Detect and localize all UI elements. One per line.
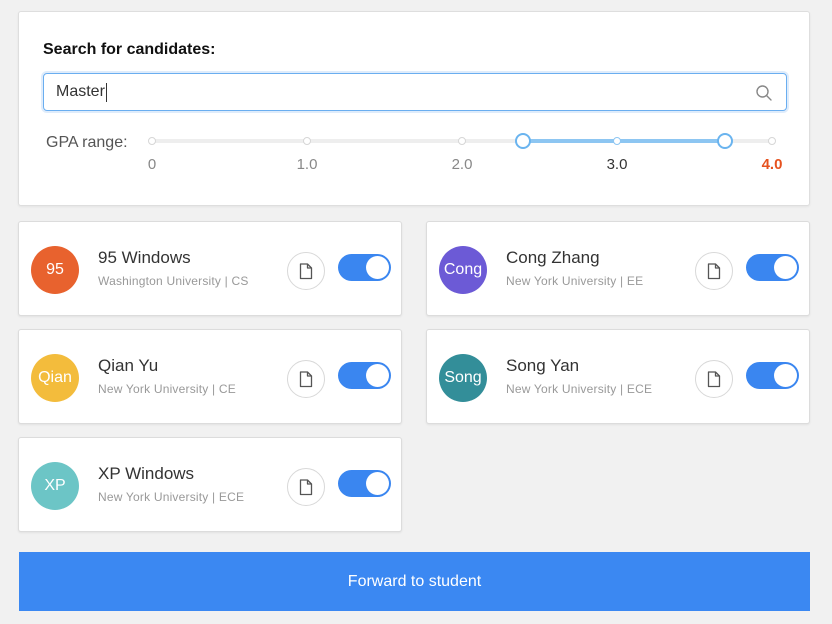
- avatar: XP: [31, 462, 79, 510]
- resume-button[interactable]: [695, 252, 733, 290]
- candidate-meta: New York University | ECE: [98, 490, 245, 504]
- candidate-name: Song Yan: [506, 356, 580, 375]
- slider-dot-4[interactable]: [768, 137, 776, 145]
- candidate-meta: New York University | ECE: [506, 382, 653, 396]
- select-toggle[interactable]: [338, 362, 391, 389]
- toggle-knob: [366, 364, 389, 387]
- candidate-meta: New York University | EE: [506, 274, 644, 288]
- select-toggle[interactable]: [338, 470, 391, 497]
- slider-dot-1[interactable]: [303, 137, 311, 145]
- toggle-knob: [366, 256, 389, 279]
- select-toggle[interactable]: [746, 254, 799, 281]
- document-icon: [299, 478, 313, 495]
- select-toggle[interactable]: [338, 254, 391, 281]
- candidate-name: 95 Windows: [98, 248, 191, 267]
- tick-label-3: 3.0: [606, 156, 628, 173]
- document-icon: [299, 370, 313, 387]
- document-icon: [299, 262, 313, 279]
- tick-label-2: 2.0: [451, 156, 473, 173]
- forward-to-student-button[interactable]: Forward to student: [19, 552, 810, 611]
- candidate-card: XP XP Windows New York University | ECE: [18, 437, 402, 532]
- toggle-knob: [774, 364, 797, 387]
- candidate-name: XP Windows: [98, 464, 195, 483]
- slider-selected-range: [523, 139, 725, 143]
- toggle-knob: [774, 256, 797, 279]
- gpa-range-slider: 0 1.0 2.0 3.0 4.0: [19, 12, 811, 207]
- slider-handle-max[interactable]: [717, 133, 733, 149]
- avatar: Qian: [31, 354, 79, 402]
- resume-button[interactable]: [695, 360, 733, 398]
- slider-dot-3[interactable]: [613, 137, 621, 145]
- document-icon: [707, 262, 721, 279]
- candidate-meta: New York University | CE: [98, 382, 236, 396]
- resume-button[interactable]: [287, 360, 325, 398]
- slider-handle-min[interactable]: [515, 133, 531, 149]
- resume-button[interactable]: [287, 468, 325, 506]
- resume-button[interactable]: [287, 252, 325, 290]
- candidate-card: Cong Cong Zhang New York University | EE: [426, 221, 810, 316]
- candidate-name: Cong Zhang: [506, 248, 600, 267]
- candidate-meta: Washington University | CS: [98, 274, 249, 288]
- candidate-card: Song Song Yan New York University | ECE: [426, 329, 810, 424]
- avatar: 95: [31, 246, 79, 294]
- document-icon: [707, 370, 721, 387]
- tick-label-4: 4.0: [761, 156, 783, 173]
- toggle-knob: [366, 472, 389, 495]
- search-panel: Search for candidates: Master GPA range:…: [18, 11, 810, 206]
- tick-label-0: 0: [147, 156, 157, 173]
- avatar: Cong: [439, 246, 487, 294]
- tick-label-1: 1.0: [296, 156, 318, 173]
- candidate-card: Qian Qian Yu New York University | CE: [18, 329, 402, 424]
- candidate-name: Qian Yu: [98, 356, 159, 375]
- slider-dot-2[interactable]: [458, 137, 466, 145]
- candidate-card: 95 95 Windows Washington University | CS: [18, 221, 402, 316]
- avatar: Song: [439, 354, 487, 402]
- select-toggle[interactable]: [746, 362, 799, 389]
- slider-dot-0[interactable]: [148, 137, 156, 145]
